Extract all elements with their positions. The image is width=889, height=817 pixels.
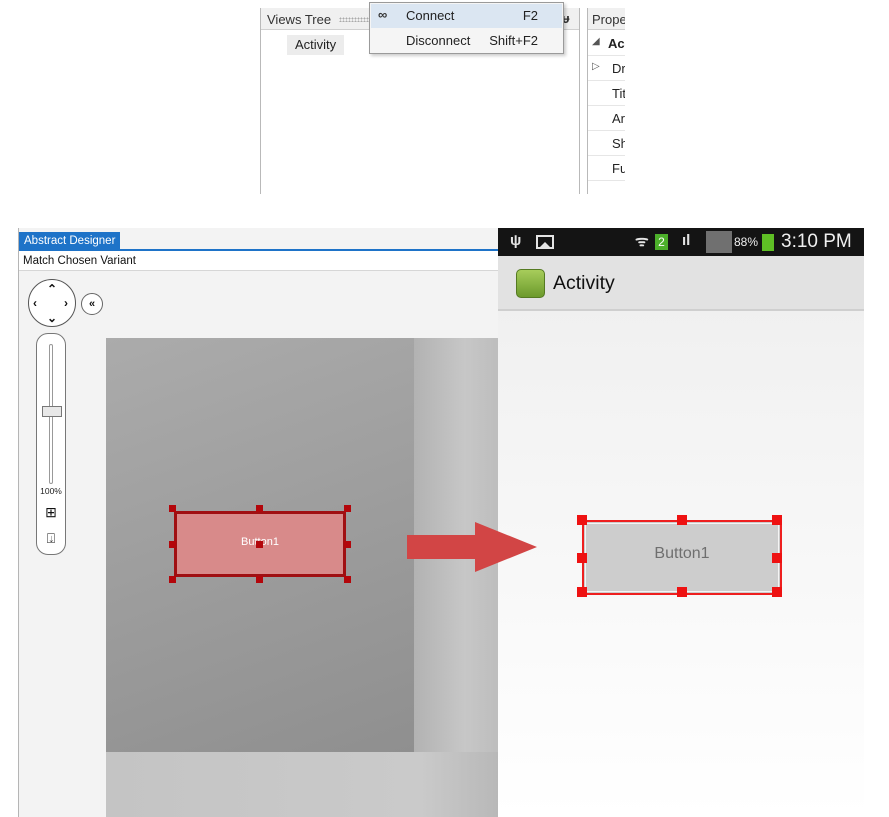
designer-variant-bar: Match Chosen Variant (19, 251, 499, 271)
zoom-level: 100% (40, 486, 62, 496)
resize-handle[interactable] (344, 576, 351, 583)
collapsed-triangle-icon[interactable]: ▷ (592, 61, 600, 72)
battery-percent: 88% (734, 235, 759, 249)
property-row[interactable]: Ar (588, 106, 625, 131)
property-row-label: Dr (612, 61, 625, 76)
property-row[interactable]: ▷ Dr (588, 56, 625, 81)
menu-item-disconnect-shortcut: Shift+F2 (489, 33, 538, 48)
tree-node-activity[interactable]: Activity (287, 35, 345, 55)
activity-title: Activity (553, 272, 615, 294)
signal-icon: ıl (682, 232, 691, 249)
pan-up-icon[interactable]: ⌃ (47, 283, 57, 295)
transfer-arrow-icon (407, 522, 537, 572)
status-bar: ψ ᯤ 2 ıl 88% 3:10 PM (498, 228, 864, 256)
action-bar: Activity (498, 256, 864, 311)
resize-handle[interactable] (169, 505, 176, 512)
resize-handle[interactable] (169, 541, 176, 548)
screenshot-root: Views Tree ᵾ Activity ∞ Connect F2 Disco… (0, 0, 889, 817)
variant-label: Match Chosen Variant (23, 255, 136, 267)
property-row[interactable]: Sh (588, 131, 625, 156)
property-row-label: Ar (612, 111, 625, 126)
resize-handle[interactable] (577, 515, 587, 525)
resize-handle[interactable] (344, 505, 351, 512)
resize-handle[interactable] (677, 587, 687, 597)
resize-handle[interactable] (772, 587, 782, 597)
phone-button[interactable]: Button1 (582, 520, 782, 595)
battery-icon (762, 234, 774, 251)
property-row-label: Tit (612, 86, 625, 101)
signal-bars-icon (706, 231, 732, 253)
fit-to-screen-icon[interactable]: ⊞ (43, 504, 59, 520)
phone-preview: ψ ᯤ 2 ıl 88% 3:10 PM Activity Button1 (498, 228, 864, 817)
menu-item-disconnect-label: Disconnect (406, 33, 471, 48)
properties-panel: Prope ◢ Ac ▷ Dr Tit Ar Sh Fu (587, 8, 625, 194)
collapse-tools-button[interactable]: « (81, 293, 103, 315)
menu-item-disconnect[interactable]: Disconnect Shift+F2 (371, 29, 562, 53)
menu-item-connect-shortcut: F2 (522, 8, 538, 23)
property-row[interactable]: Tit (588, 81, 625, 106)
resize-handle[interactable] (256, 576, 263, 583)
property-row-label: Fu (612, 161, 625, 176)
property-row-label: Ac (608, 36, 625, 51)
property-row[interactable]: ◢ Ac (588, 31, 625, 56)
phone-button-label: Button1 (654, 545, 710, 562)
export-icon[interactable]: ⍗ (43, 530, 59, 546)
pan-right-icon[interactable]: › (64, 297, 68, 309)
property-row[interactable]: Fu (588, 156, 625, 181)
designer-tab[interactable]: Abstract Designer (19, 232, 121, 250)
resize-handle[interactable] (577, 587, 587, 597)
resize-handle[interactable] (772, 553, 782, 563)
properties-header: Prope (588, 8, 625, 30)
resize-handle[interactable] (577, 553, 587, 563)
resize-handle[interactable] (344, 541, 351, 548)
resize-handle[interactable] (169, 576, 176, 583)
resize-handle[interactable] (256, 505, 263, 512)
wifi-icon: ᯤ (635, 233, 649, 250)
pan-navigator[interactable]: ⌃ ‹ › ⌄ (28, 279, 76, 327)
canvas-margin-bottom (106, 752, 499, 817)
property-row-label: Sh (612, 136, 625, 151)
usb-icon: ψ (510, 232, 522, 249)
notification-count: 2 (655, 234, 668, 250)
menu-item-connect-label: Connect (406, 8, 455, 23)
move-handle[interactable] (256, 541, 263, 548)
expanded-triangle-icon: ◢ (592, 36, 600, 47)
context-menu: ∞ Connect F2 Disconnect Shift+F2 (369, 2, 564, 54)
status-time: 3:10 PM (781, 231, 852, 252)
android-app-icon (516, 269, 545, 298)
zoom-slider-thumb[interactable] (42, 406, 62, 417)
zoom-panel: 100% ⊞ ⍗ (36, 333, 66, 555)
views-tree-title: Views Tree (267, 12, 332, 27)
pan-left-icon[interactable]: ‹ (33, 297, 37, 309)
link-icon: ∞ (378, 7, 388, 22)
pan-down-icon[interactable]: ⌄ (47, 312, 57, 324)
resize-handle[interactable] (772, 515, 782, 525)
image-icon (536, 235, 554, 249)
properties-title: Prope (592, 12, 625, 27)
menu-item-connect[interactable]: ∞ Connect F2 (371, 4, 562, 28)
resize-handle[interactable] (677, 515, 687, 525)
